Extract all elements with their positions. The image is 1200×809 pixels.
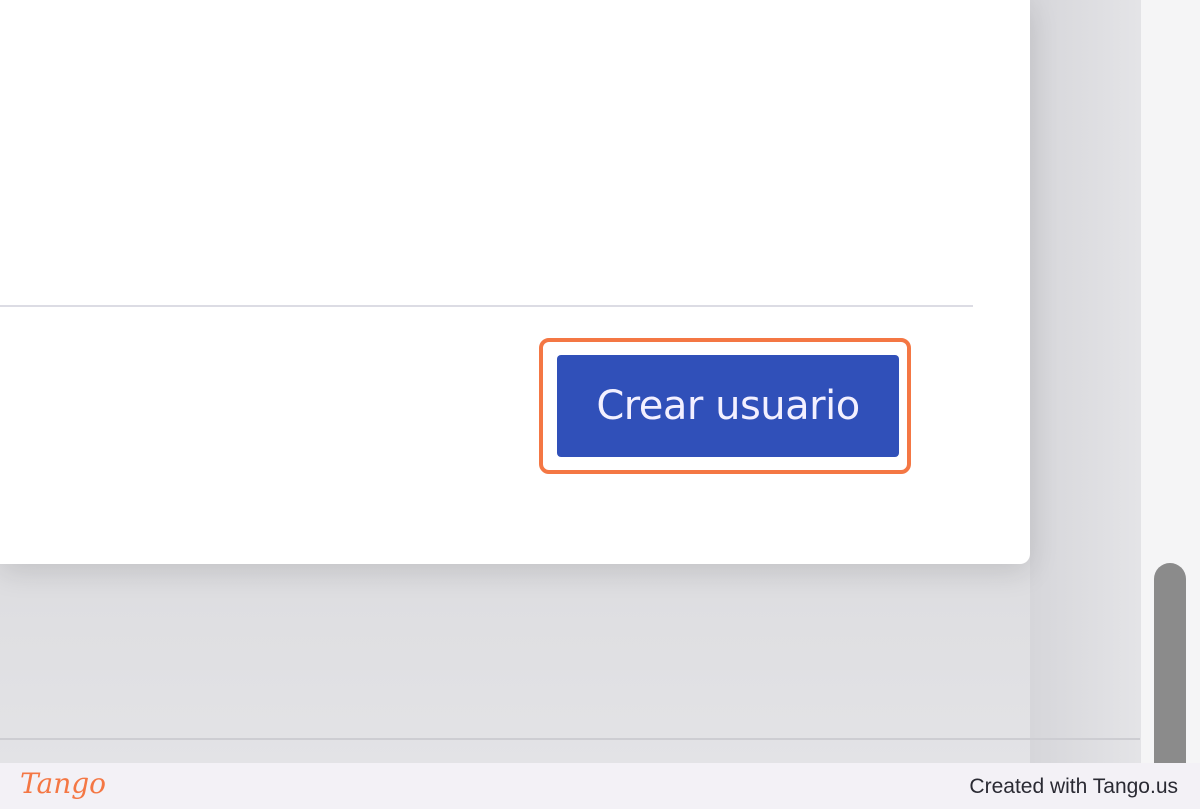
created-with-credit: Created with Tango.us — [969, 775, 1178, 798]
tango-logo: Tango — [20, 767, 107, 800]
dialog-footer-divider — [0, 305, 973, 307]
page-divider — [0, 738, 1140, 740]
scrollbar-thumb[interactable] — [1154, 563, 1186, 763]
page-backdrop-shade — [1030, 0, 1140, 763]
create-user-button[interactable]: Crear usuario — [557, 355, 899, 457]
create-user-dialog — [0, 0, 1030, 564]
